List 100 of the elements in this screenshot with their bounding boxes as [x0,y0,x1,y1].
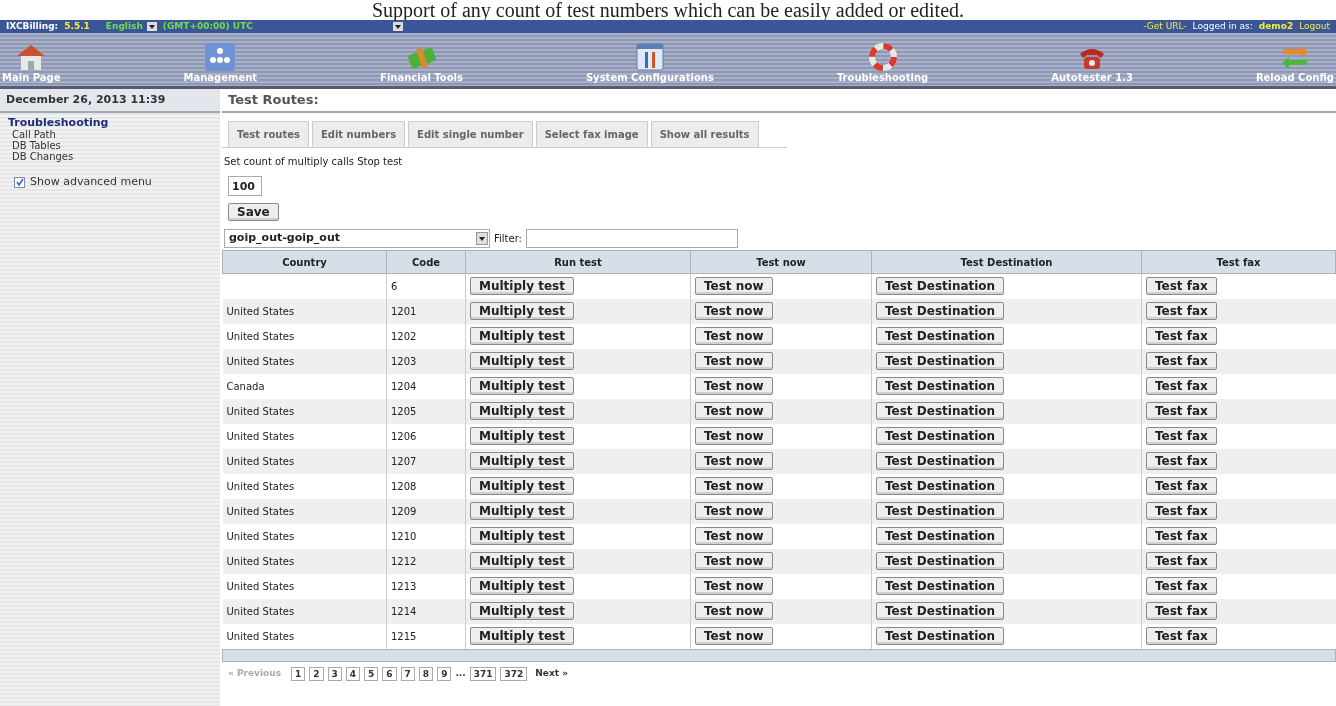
test-destination-button[interactable]: Test Destination [876,377,1005,395]
test-destination-button[interactable]: Test Destination [876,427,1005,445]
test-now-button[interactable]: Test now [695,452,773,470]
test-now-button[interactable]: Test now [695,327,773,345]
multiply-test-button[interactable]: Multiply test [470,427,574,445]
page-link[interactable]: 1 [291,666,306,681]
caret-icon [476,232,488,245]
test-fax-button[interactable]: Test fax [1146,477,1217,495]
multiply-test-button[interactable]: Multiply test [470,377,574,395]
next-link[interactable]: Next » [535,666,568,681]
table-cell: United States [226,305,295,317]
page-link[interactable]: 8 [418,666,434,681]
tab[interactable]: Test routes [228,121,309,147]
save-button[interactable]: Save [228,203,279,221]
page-link[interactable]: 9 [437,666,452,681]
test-destination-button[interactable]: Test Destination [876,602,1005,620]
multiply-test-button[interactable]: Multiply test [470,452,574,470]
test-destination-button[interactable]: Test Destination [876,502,1005,520]
multiply-test-button[interactable]: Multiply test [470,577,574,595]
page-link[interactable]: 372 [500,666,528,681]
tab[interactable]: Select fax image [535,121,648,147]
test-now-button[interactable]: Test now [695,377,773,395]
test-now-button[interactable]: Test now [695,302,773,320]
test-destination-button[interactable]: Test Destination [876,302,1005,320]
page-link[interactable]: 7 [400,666,415,681]
test-destination-button[interactable]: Test Destination [876,527,1005,545]
multiply-test-button[interactable]: Multiply test [470,477,574,495]
multiply-test-button[interactable]: Multiply test [470,402,574,420]
test-destination-button[interactable]: Test Destination [876,327,1005,345]
tab[interactable]: Edit single number [408,121,533,147]
multiply-test-button[interactable]: Multiply test [470,277,574,296]
test-now-button[interactable]: Test now [695,352,773,370]
logout-link[interactable]: Logout [1299,21,1330,32]
test-fax-button[interactable]: Test fax [1146,602,1217,620]
get-url-link[interactable]: -Get URL- [1143,21,1187,32]
table-cell: 1207 [391,455,417,467]
column-header: Test fax [1141,250,1336,274]
test-fax-button[interactable]: Test fax [1146,402,1217,420]
test-destination-button[interactable]: Test Destination [876,452,1005,470]
test-destination-button[interactable]: Test Destination [876,577,1005,595]
page-link[interactable]: 5 [364,666,379,681]
multiply-test-button[interactable]: Multiply test [470,352,574,370]
test-fax-button[interactable]: Test fax [1146,502,1217,520]
test-now-button[interactable]: Test now [695,277,773,296]
multiply-test-button[interactable]: Multiply test [470,502,574,520]
test-now-button[interactable]: Test now [695,552,773,570]
test-fax-button[interactable]: Test fax [1146,277,1217,296]
test-fax-button[interactable]: Test fax [1146,552,1217,570]
advanced-checkbox[interactable] [14,176,25,188]
logged-in-label: Logged in as: [1192,21,1253,32]
test-fax-button[interactable]: Test fax [1146,427,1217,445]
test-destination-button[interactable]: Test Destination [876,477,1005,495]
test-fax-button[interactable]: Test fax [1146,377,1217,395]
test-fax-button[interactable]: Test fax [1146,577,1217,595]
page-link[interactable]: 6 [382,666,397,681]
multiply-test-button[interactable]: Multiply test [470,527,574,545]
table-cell: 1206 [391,430,417,442]
test-now-button[interactable]: Test now [695,527,773,545]
test-now-button[interactable]: Test now [695,427,773,445]
tab[interactable]: Edit numbers [311,121,406,147]
test-now-button[interactable]: Test now [695,577,773,595]
multiply-test-button[interactable]: Multiply test [470,552,574,570]
tab[interactable]: Show all results [650,121,759,147]
test-now-button[interactable]: Test now [695,402,773,420]
test-now-button[interactable]: Test now [695,477,773,495]
test-fax-button[interactable]: Test fax [1146,452,1217,470]
sidebar-link[interactable]: Call Path [0,129,220,140]
table-cell: United States [226,605,295,617]
table-cell: 6 [391,280,398,292]
test-now-button[interactable]: Test now [695,602,773,620]
table-cell: United States [226,330,295,342]
page-link[interactable]: 2 [309,666,324,681]
test-now-button[interactable]: Test now [695,627,773,645]
caret-icon [392,22,403,31]
filter-field[interactable] [525,229,738,248]
test-fax-button[interactable]: Test fax [1146,627,1217,645]
multiply-test-button[interactable]: Multiply test [470,602,574,620]
multiply-test-button[interactable]: Multiply test [470,627,574,645]
test-fax-button[interactable]: Test fax [1146,527,1217,545]
test-destination-button[interactable]: Test Destination [876,277,1005,296]
version-text: 5.5.1 [64,21,90,32]
test-destination-button[interactable]: Test Destination [876,352,1005,370]
multiply-test-button[interactable]: Multiply test [470,327,574,345]
language-dropdown[interactable]: English [105,21,157,32]
page-link[interactable]: 4 [345,666,361,681]
test-fax-button[interactable]: Test fax [1146,327,1217,345]
page-link[interactable]: 371 [469,666,497,681]
sidebar-link[interactable]: DB Changes [0,151,220,162]
test-destination-button[interactable]: Test Destination [876,627,1005,645]
timezone-dropdown[interactable]: (GMT+00:00) UTC [162,21,403,32]
sidebar-link[interactable]: DB Tables [0,140,220,151]
route-select[interactable]: goip_out-goip_out [224,229,490,248]
page-link[interactable]: 3 [327,666,342,681]
test-destination-button[interactable]: Test Destination [876,552,1005,570]
count-field[interactable]: 100 [228,176,262,196]
test-destination-button[interactable]: Test Destination [876,402,1005,420]
test-now-button[interactable]: Test now [695,502,773,520]
test-fax-button[interactable]: Test fax [1146,302,1217,320]
multiply-test-button[interactable]: Multiply test [470,302,574,320]
test-fax-button[interactable]: Test fax [1146,352,1217,370]
